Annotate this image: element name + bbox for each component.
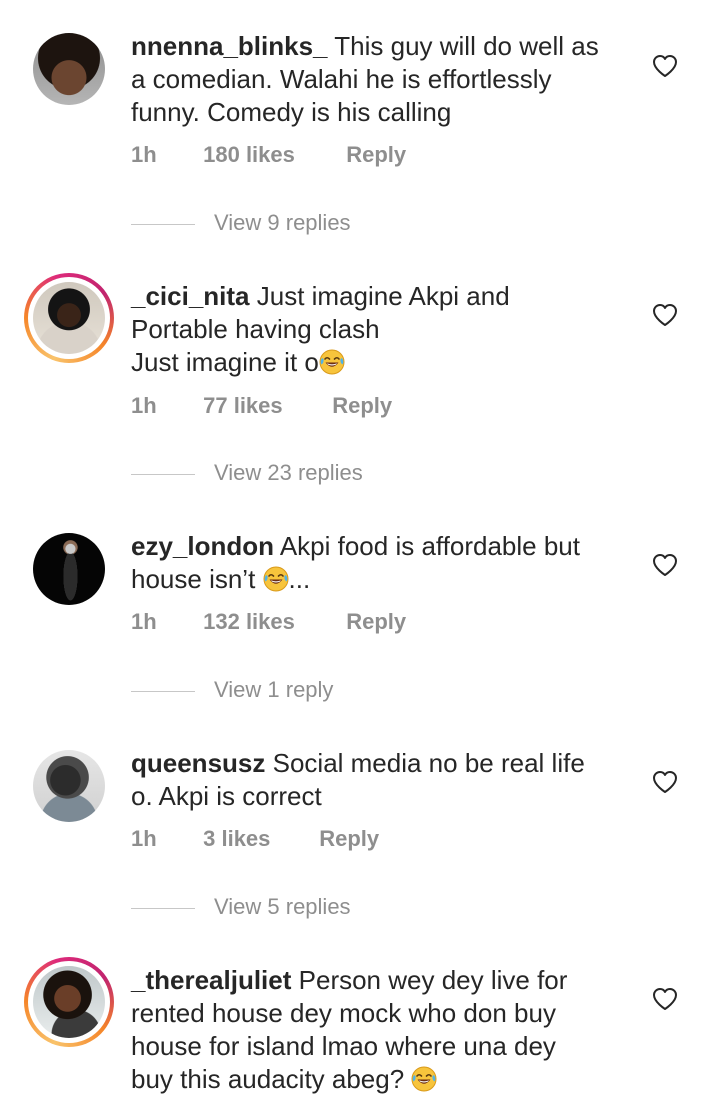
comment-meta: 1h 132 likes Reply: [131, 609, 406, 635]
comment-time: 1h: [131, 142, 157, 167]
comment-username[interactable]: nnenna_blinks_: [131, 31, 328, 61]
comment-line: Just imagine it o: [131, 347, 319, 377]
divider: [131, 224, 195, 225]
face-with-tears-of-joy-icon: [263, 566, 289, 592]
comment-line: Just imagine Akpi and: [256, 281, 510, 311]
view-replies-label[interactable]: View 5 replies: [214, 894, 351, 920]
view-replies-button[interactable]: View 9 replies: [131, 210, 531, 240]
comment-line: This guy will do well as: [334, 31, 599, 61]
comment-line: funny. Comedy is his calling: [131, 97, 452, 127]
divider: [131, 474, 195, 475]
avatar[interactable]: [33, 533, 105, 605]
comment-time: 1h: [131, 826, 157, 851]
face-with-tears-of-joy-icon: [319, 349, 345, 375]
avatar[interactable]: [24, 273, 114, 363]
face-with-tears-of-joy-icon: [411, 1066, 437, 1092]
view-replies-button[interactable]: View 5 replies: [131, 894, 531, 924]
comment-text: _cici_nita Just imagine Akpi and Portabl…: [131, 280, 621, 379]
comment-ellipsis: ...: [288, 564, 311, 594]
comment-meta: 1h 77 likes Reply: [131, 393, 392, 419]
likes-count[interactable]: 3 likes: [203, 826, 313, 852]
likes-count[interactable]: 180 likes: [203, 142, 340, 168]
comment-username[interactable]: _therealjuliet: [131, 965, 291, 995]
avatar-image: [33, 533, 105, 605]
avatar-image: [33, 966, 105, 1038]
comment-line: Social media no be real life: [272, 748, 585, 778]
view-replies-label[interactable]: View 1 reply: [214, 677, 333, 703]
comment-line: Portable having clash: [131, 314, 380, 344]
view-replies-label[interactable]: View 9 replies: [214, 210, 351, 236]
comment-line: a comedian. Walahi he is effortlessly: [131, 64, 552, 94]
heart-outline-icon[interactable]: [652, 770, 678, 794]
divider: [131, 908, 195, 909]
reply-button[interactable]: Reply: [319, 826, 379, 852]
comment-line: house isn’t: [131, 564, 256, 594]
reply-button[interactable]: Reply: [346, 142, 406, 168]
heart-outline-icon[interactable]: [652, 54, 678, 78]
comment-username[interactable]: ezy_london: [131, 531, 274, 561]
reply-button[interactable]: Reply: [346, 609, 406, 635]
likes-count[interactable]: 132 likes: [203, 609, 340, 635]
avatar[interactable]: [24, 957, 114, 1047]
heart-outline-icon[interactable]: [652, 553, 678, 577]
likes-count[interactable]: 77 likes: [203, 393, 326, 419]
comment-text: nnenna_blinks_ This guy will do well as …: [131, 30, 621, 129]
comment-username[interactable]: queensusz: [131, 748, 265, 778]
heart-outline-icon[interactable]: [652, 303, 678, 327]
avatar[interactable]: [33, 750, 105, 822]
comment-line: buy this audacity abeg?: [131, 1064, 405, 1094]
comment-meta: 1h 3 likes Reply: [131, 826, 379, 852]
divider: [131, 691, 195, 692]
comment-meta: 1h 180 likes Reply: [131, 142, 406, 168]
comment-text: _therealjuliet Person wey dey live for r…: [131, 964, 621, 1096]
comment-line: o. Akpi is correct: [131, 781, 322, 811]
comment-line: house for island lmao where una dey: [131, 1031, 556, 1061]
avatar-image: [33, 33, 105, 105]
comment-username[interactable]: _cici_nita: [131, 281, 250, 311]
comment-text: queensusz Social media no be real life o…: [131, 747, 621, 813]
view-replies-button[interactable]: View 1 reply: [131, 677, 531, 707]
view-replies-label[interactable]: View 23 replies: [214, 460, 363, 486]
view-replies-button[interactable]: View 23 replies: [131, 460, 531, 490]
comment-line: Akpi food is affordable but: [279, 531, 580, 561]
avatar[interactable]: [33, 33, 105, 105]
avatar-image: [33, 750, 105, 822]
comment-time: 1h: [131, 393, 157, 418]
comment-line: Person wey dey live for: [298, 965, 568, 995]
avatar-image: [33, 282, 105, 354]
comment-line: rented house dey mock who don buy: [131, 998, 556, 1028]
reply-button[interactable]: Reply: [332, 393, 392, 419]
heart-outline-icon[interactable]: [652, 987, 678, 1011]
comment-text: ezy_london Akpi food is affordable but h…: [131, 530, 621, 596]
comment-time: 1h: [131, 609, 157, 634]
